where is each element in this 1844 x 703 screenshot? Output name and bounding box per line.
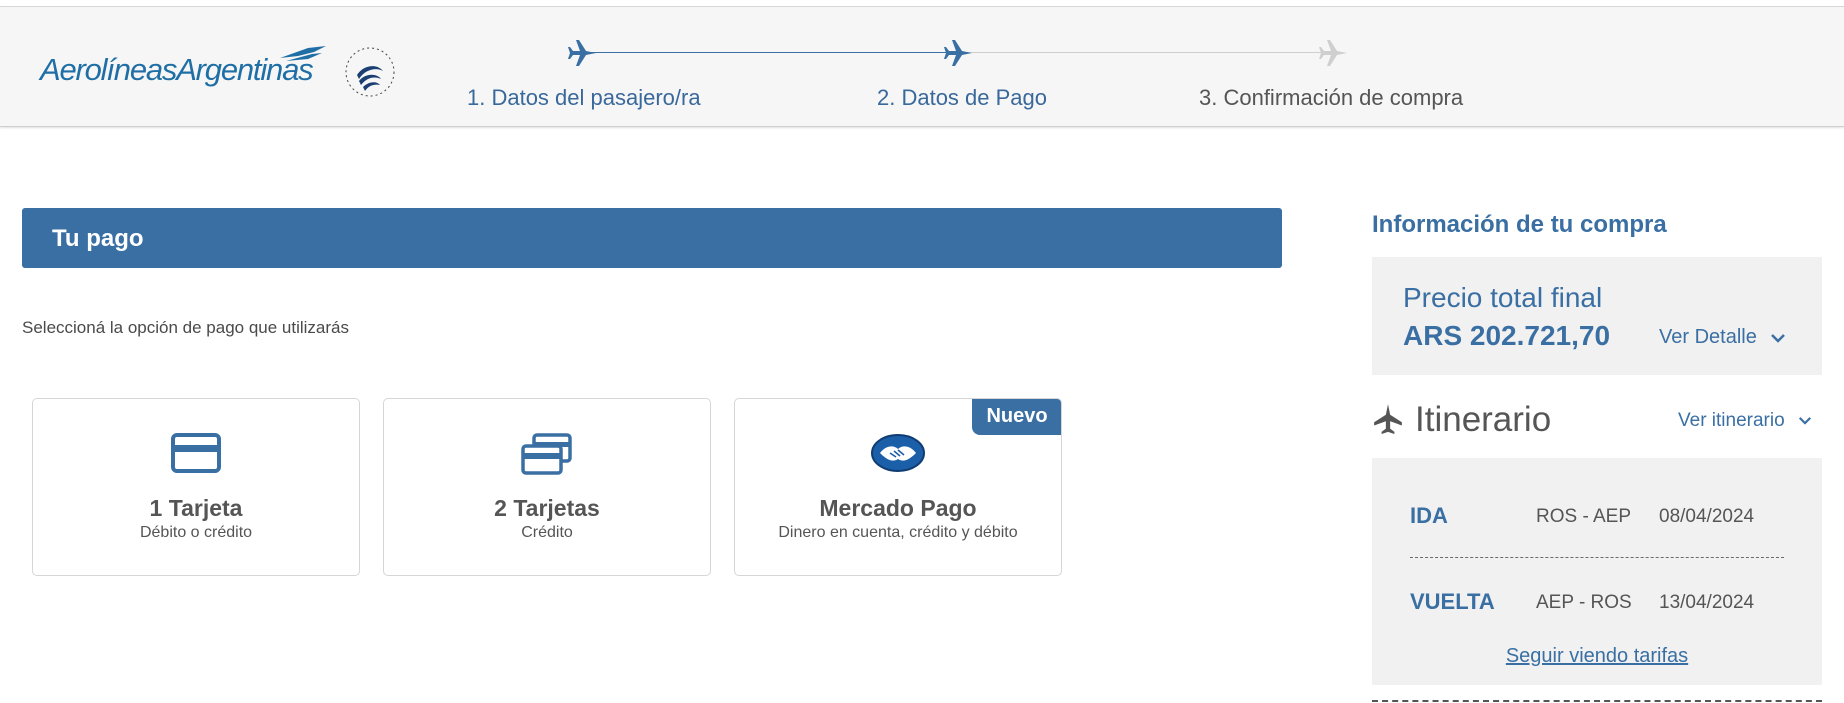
credit-card-icon [171, 433, 221, 473]
payment-option-subtitle: Débito o crédito [139, 524, 253, 541]
seguir-viendo-tarifas-link[interactable]: Seguir viendo tarifas [1372, 645, 1822, 668]
payment-option-title: 2 Tarjetas [494, 495, 600, 521]
ver-detalle-label: Ver Detalle [1659, 326, 1757, 348]
leg-divider [1410, 557, 1784, 558]
purchase-info-title: Información de tu compra [1372, 211, 1667, 238]
leg-type-vuelta: VUELTA [1410, 589, 1495, 614]
leg-date: 08/04/2024 [1659, 506, 1755, 527]
payment-option-two-cards[interactable]: 2 Tarjetas Crédito [383, 398, 711, 576]
progress-line-done [584, 52, 959, 53]
itinerary-box: IDA ROS - AEP 08/04/2024 VUELTA AEP - RO… [1372, 458, 1822, 685]
leg-route: ROS - AEP [1536, 506, 1632, 527]
payment-option-title: 1 Tarjeta [149, 495, 243, 521]
payment-section-title: Tu pago [52, 225, 144, 252]
step-3-plane-icon [1319, 40, 1347, 66]
mercado-pago-icon [871, 434, 925, 472]
payment-option-subtitle: Dinero en cuenta, crédito y débito [778, 524, 1018, 541]
leg-route: AEP - ROS [1536, 592, 1632, 613]
aerolineas-logo-text[interactable]: AerolíneasArgentinas [40, 52, 314, 88]
payment-section-header: Tu pago [22, 208, 1282, 268]
payment-option-mercado-pago[interactable]: Mercado Pago Dinero en cuenta, crédito y… [734, 398, 1062, 576]
section-divider [1372, 700, 1822, 702]
checkout-header: AerolíneasArgentinas 1. Datos del pasaje… [0, 7, 1844, 127]
payment-option-one-card[interactable]: 1 Tarjeta Débito o crédito [32, 398, 360, 576]
ver-itinerario-link[interactable]: Ver itinerario [1678, 410, 1812, 432]
price-summary-box: Precio total final ARS 202.721,70 Ver De… [1372, 257, 1822, 375]
step-3-label: 3. Confirmación de compra [1199, 85, 1464, 110]
step-2-label: 2. Datos de Pago [877, 85, 1048, 110]
step-2-plane-icon [944, 40, 972, 66]
new-badge: Nuevo [972, 399, 1061, 435]
progress-line-pending [959, 52, 1334, 53]
ver-detalle-link[interactable]: Ver Detalle [1659, 326, 1786, 349]
payment-option-title: Mercado Pago [819, 495, 977, 521]
plane-icon [1374, 404, 1402, 434]
browser-top-edge [0, 0, 1844, 7]
price-label: Precio total final [1403, 282, 1603, 313]
itinerary-header: Itinerario Ver itinerario [1372, 398, 1822, 442]
step-1-plane-icon [568, 40, 596, 66]
skyteam-logo-icon [345, 47, 395, 97]
payment-instruction: Seleccioná la opción de pago que utiliza… [22, 318, 350, 337]
two-cards-icon [521, 433, 572, 475]
condor-logo-icon [280, 46, 326, 61]
leg-date: 13/04/2024 [1659, 592, 1755, 613]
price-amount: ARS 202.721,70 [1403, 320, 1611, 351]
ver-itinerario-label: Ver itinerario [1678, 410, 1785, 431]
payment-option-subtitle: Crédito [521, 524, 573, 541]
chevron-down-icon [1798, 417, 1811, 426]
leg-type-ida: IDA [1410, 503, 1448, 528]
step-1-label: 1. Datos del pasajero/ra [467, 85, 701, 110]
itinerary-title: Itinerario [1415, 400, 1552, 439]
chevron-down-icon [1771, 333, 1786, 343]
